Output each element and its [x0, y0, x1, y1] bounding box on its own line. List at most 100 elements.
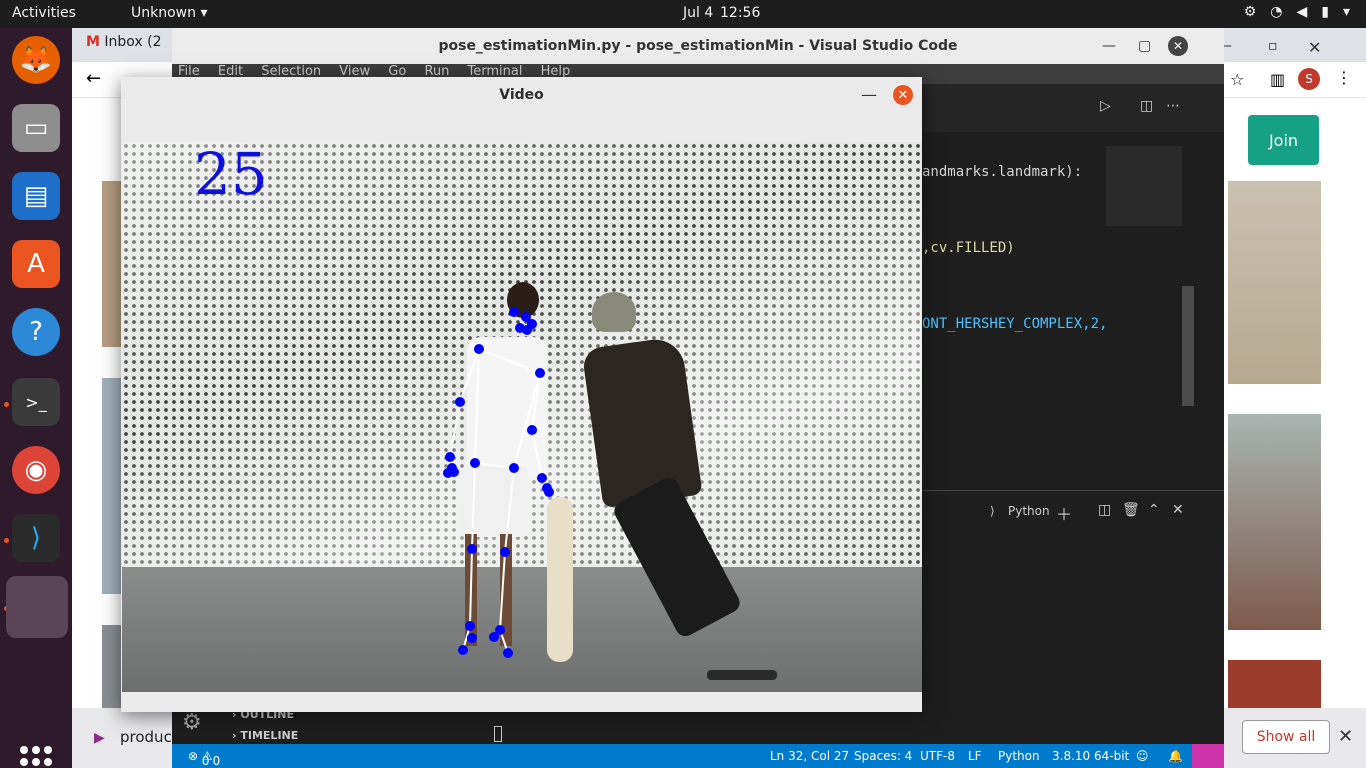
- feedback-icon[interactable]: ☺: [1136, 749, 1149, 763]
- video-frame[interactable]: 25: [122, 142, 922, 692]
- new-terminal-icon[interactable]: ＋: [1056, 501, 1072, 525]
- browser-tab[interactable]: M Inbox (2: [86, 34, 162, 50]
- more-actions-icon[interactable]: ⋯: [1166, 98, 1180, 114]
- indicator-icon: ⚙: [1243, 4, 1257, 20]
- maximize-icon[interactable]: ▢: [1138, 28, 1151, 64]
- bookmark-star-icon[interactable]: ☆: [1230, 70, 1244, 89]
- line-ending[interactable]: LF: [968, 749, 982, 763]
- pose-landmark: [467, 633, 477, 643]
- problems-indicator[interactable]: ⊗ 0 ⚠ 0: [188, 749, 220, 768]
- close-icon[interactable]: ✕: [1308, 38, 1321, 57]
- show-all-button[interactable]: Show all: [1242, 720, 1330, 754]
- pose-landmark: [470, 458, 480, 468]
- pose-connection: [459, 348, 480, 403]
- download-item-label[interactable]: produc: [120, 728, 172, 746]
- timeline-section[interactable]: › TIMELINE: [232, 729, 298, 742]
- vscode-icon[interactable]: ⟩: [12, 514, 60, 562]
- top-bar: Activities Unknown ▾ Jul 4 12:56 ⚙ ◔ ◀ ▮…: [0, 0, 1366, 28]
- thumbnail-image[interactable]: [1228, 660, 1321, 708]
- pose-landmark: [503, 648, 513, 658]
- system-tray[interactable]: ⚙ ◔ ◀ ▮ ▾: [1244, 4, 1350, 20]
- pose-landmark: [467, 544, 477, 554]
- warnings-count: 0: [212, 754, 221, 768]
- terminal-cursor: [494, 726, 502, 742]
- clock-date[interactable]: Jul 4: [683, 5, 713, 21]
- firefox-icon[interactable]: 🦊: [12, 36, 60, 84]
- pose-landmark: [447, 463, 457, 473]
- split-editor-icon[interactable]: ◫: [1140, 98, 1153, 114]
- terminal-icon[interactable]: >_: [12, 378, 60, 426]
- pose-landmark: [527, 425, 537, 435]
- power-menu-icon: ▾: [1342, 4, 1350, 20]
- thumbnail-image[interactable]: [1228, 414, 1321, 630]
- pose-landmark: [535, 368, 545, 378]
- opencv-window-icon[interactable]: [6, 576, 68, 638]
- pose-landmark: [489, 632, 499, 642]
- thumbnail-image[interactable]: [1228, 181, 1321, 384]
- more-menu-icon[interactable]: ⋮: [1336, 68, 1352, 87]
- close-icon[interactable]: ✕: [893, 85, 913, 105]
- code-line[interactable]: andmarks.landmark):: [922, 164, 1082, 180]
- minimize-icon[interactable]: —: [861, 85, 877, 104]
- editor-scrollbar[interactable]: [1182, 286, 1194, 406]
- file-icon: ▶: [94, 730, 105, 746]
- avatar[interactable]: S: [1298, 68, 1320, 90]
- code-line[interactable]: ONT_HERSHEY_COMPLEX,2,: [922, 316, 1107, 332]
- minimize-icon[interactable]: —: [1102, 28, 1116, 64]
- thumbnail-image[interactable]: [102, 181, 122, 347]
- code-line[interactable]: ,cv.FILLED): [922, 240, 1015, 256]
- thumbnail-image[interactable]: [102, 378, 122, 594]
- cursor-position[interactable]: Ln 32, Col 27: [770, 749, 849, 763]
- clock-time[interactable]: 12:56: [720, 5, 760, 21]
- pose-landmark: [509, 307, 519, 317]
- restore-icon[interactable]: ▫: [1268, 38, 1278, 54]
- pose-landmark: [465, 621, 475, 631]
- vscode-title-text: pose_estimationMin.py - pose_estimationM…: [438, 38, 958, 54]
- join-button[interactable]: Join: [1248, 115, 1319, 165]
- split-terminal-icon[interactable]: ◫: [1098, 502, 1111, 518]
- pose-connection: [474, 462, 515, 469]
- pose-landmark: [544, 487, 554, 497]
- python-interpreter[interactable]: 3.8.10 64-bit: [1052, 749, 1129, 763]
- settings-gear-icon[interactable]: ⚙: [182, 710, 202, 735]
- code-text: ,cv.FILLED): [922, 240, 1015, 256]
- close-icon[interactable]: ✕: [1168, 36, 1188, 56]
- status-bar: ⊗ 0 ⚠ 0 Ln 32, Col 27 Spaces: 4 UTF-8 LF…: [172, 744, 1224, 768]
- sidebar-icon[interactable]: ▥: [1270, 70, 1285, 89]
- bell-icon[interactable]: 🔔: [1168, 749, 1183, 763]
- software-icon[interactable]: A: [12, 240, 60, 288]
- files-icon[interactable]: ▭: [12, 104, 60, 152]
- chrome-icon[interactable]: ◉: [12, 446, 60, 494]
- problems-count: 0: [201, 754, 210, 768]
- show-applications-icon[interactable]: [20, 746, 52, 768]
- pose-connection: [531, 429, 543, 479]
- pose-landmark: [474, 344, 484, 354]
- app-menu[interactable]: Unknown ▾: [131, 5, 207, 21]
- chevron-up-icon[interactable]: ⌃: [1148, 502, 1160, 518]
- pose-connection: [471, 462, 476, 550]
- language-mode[interactable]: Python: [998, 749, 1040, 763]
- minimap[interactable]: [1106, 146, 1182, 226]
- pose-landmark: [445, 452, 455, 462]
- running-indicator: [4, 402, 9, 407]
- thumbnail-image[interactable]: [102, 625, 122, 708]
- trash-icon[interactable]: 🗑: [1122, 502, 1140, 518]
- pose-landmark: [455, 397, 465, 407]
- pose-connection: [478, 348, 541, 374]
- terminal-name[interactable]: Python: [1008, 504, 1050, 518]
- activities-button[interactable]: Activities: [12, 5, 76, 21]
- pose-landmark: [509, 463, 519, 473]
- notification-area[interactable]: [1192, 744, 1224, 768]
- close-panel-icon[interactable]: ✕: [1172, 502, 1184, 518]
- help-icon[interactable]: ?: [12, 308, 60, 356]
- close-downloads-icon[interactable]: ✕: [1338, 726, 1353, 747]
- run-icon[interactable]: ▷: [1100, 98, 1111, 114]
- writer-icon[interactable]: ▤: [12, 172, 60, 220]
- code-text: andmarks.landmark):: [922, 164, 1083, 180]
- volume-icon: ◀: [1296, 4, 1308, 20]
- back-icon[interactable]: ←: [86, 68, 101, 89]
- encoding[interactable]: UTF-8: [920, 749, 955, 763]
- video-titlebar[interactable]: Video: [121, 77, 922, 113]
- indentation[interactable]: Spaces: 4: [854, 749, 912, 763]
- panel-divider: [922, 490, 1224, 491]
